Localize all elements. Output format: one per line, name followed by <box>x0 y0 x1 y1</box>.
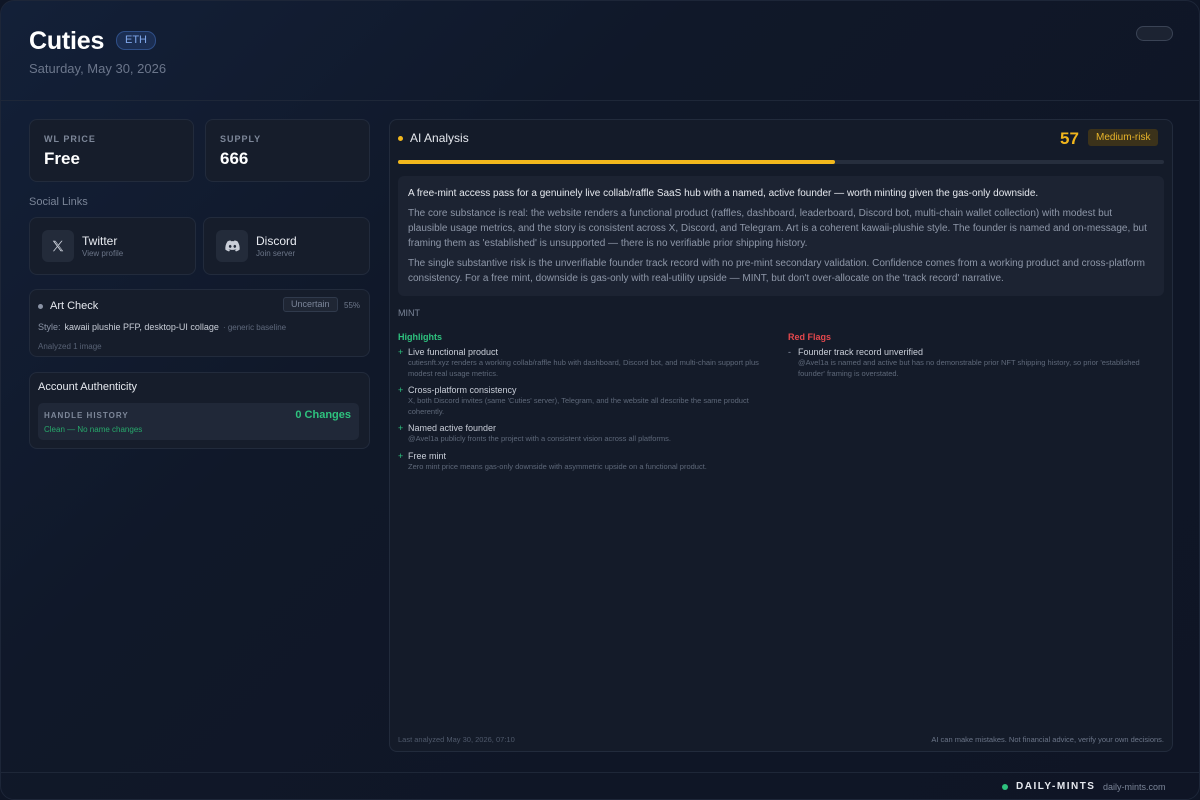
date-label: Saturday, May 30, 2026 <box>29 61 167 76</box>
plus-icon: + <box>398 347 404 357</box>
minus-icon: - <box>788 347 791 357</box>
plus-icon: + <box>398 385 404 395</box>
score-progress-bar <box>398 160 1164 164</box>
twitter-link[interactable]: Twitter View profile <box>29 217 196 275</box>
brand-name: DAILY-MINTS <box>1016 781 1096 792</box>
twitter-sub: View profile <box>82 249 124 258</box>
list-item: + Named active founder @Avel1a publicly … <box>398 422 768 445</box>
brand-url[interactable]: daily-mints.com <box>1103 782 1166 792</box>
discord-sub: Join server <box>256 249 296 258</box>
highlights-heading: Highlights <box>398 332 442 342</box>
app-window: Cuties ETH Saturday, May 30, 2026 WL PRI… <box>0 0 1200 800</box>
list-item: + Free mint Zero mint price means gas-on… <box>398 450 768 473</box>
brand-dot-icon <box>1002 783 1008 790</box>
wl-price-value: Free <box>44 149 80 168</box>
wl-price-label: WL PRICE <box>44 134 96 144</box>
last-analyzed: Last analyzed May 30, 2026, 07:10 <box>398 735 515 744</box>
art-check-badge: Uncertain <box>283 297 338 312</box>
list-item: + Live functional product cutiesnft.xyz … <box>398 346 768 379</box>
red-flags-heading: Red Flags <box>788 332 832 342</box>
highlight-desc: Zero mint price means gas-only downside … <box>408 461 707 471</box>
highlight-desc: @Avel1a publicly fronts the project with… <box>408 434 672 443</box>
social-links-title: Social Links <box>29 196 88 208</box>
x-logo-icon <box>42 230 74 262</box>
list-item: - Founder track record unverified @Avel1… <box>788 346 1158 379</box>
risk-score: 57 <box>1060 129 1079 148</box>
style-label: Style: <box>38 322 61 332</box>
analysis-summary: A free-mint access pass for a genuinely … <box>398 176 1164 296</box>
authenticity-title: Account Authenticity <box>38 381 138 393</box>
red-flags-list: - Founder track record unverified @Avel1… <box>788 346 1158 384</box>
page-title: Cuties <box>29 27 105 55</box>
ai-disclaimer: AI can make mistakes. Not financial advi… <box>931 735 1164 744</box>
art-analyzed-count: Analyzed 1 image <box>38 342 102 351</box>
highlight-title: Free mint <box>408 450 447 461</box>
discord-link[interactable]: Discord Join server <box>203 217 370 275</box>
plus-icon: + <box>398 450 404 461</box>
score-progress-fill <box>398 160 835 164</box>
art-check-title: Art Check <box>50 300 99 312</box>
red-flag-desc: @Avel1a is named and active but has no d… <box>798 358 1140 378</box>
art-check-header: Art Check <box>38 300 98 312</box>
red-flag-title: Founder track record unverified <box>798 347 924 357</box>
highlight-desc: X, both Discord invites (same 'Cuties' s… <box>408 396 749 416</box>
status-dot-icon <box>38 303 43 309</box>
supply-label: SUPPLY <box>220 134 262 144</box>
footer-bar: DAILY-MINTS daily-mints.com <box>1 772 1199 799</box>
twitter-label: Twitter <box>82 234 118 248</box>
account-authenticity-card: Account Authenticity HANDLE HISTORY 0 Ch… <box>29 372 370 449</box>
toggle-switch[interactable] <box>1136 26 1173 41</box>
supply-card: SUPPLY 666 <box>205 119 370 182</box>
risk-badge: Medium-risk <box>1088 129 1159 146</box>
art-style-line: Style: kawaii plushie PFP, desktop-UI col… <box>38 322 286 332</box>
ai-analysis-title: AI Analysis <box>410 131 469 145</box>
plus-icon: + <box>398 423 404 433</box>
handle-changes-count: 0 Changes <box>295 409 351 421</box>
highlight-title: Cross-platform consistency <box>408 385 517 395</box>
chain-badge: ETH <box>116 31 156 50</box>
handle-history-label: HANDLE HISTORY <box>44 411 129 420</box>
art-check-card: Art Check Uncertain 55% Style: kawaii plu… <box>29 289 370 357</box>
ai-analysis-header: AI Analysis <box>398 131 469 145</box>
highlights-list: + Live functional product cutiesnft.xyz … <box>398 346 768 477</box>
highlight-desc: cutiesnft.xyz renders a working collab/r… <box>408 358 759 378</box>
status-dot-icon <box>398 135 403 141</box>
highlight-title: Named active founder <box>408 423 497 433</box>
discord-label: Discord <box>256 234 297 248</box>
brand: DAILY-MINTS <box>1002 781 1095 792</box>
handle-history-status: Clean — No name changes <box>44 425 143 434</box>
verdict-label: MINT <box>398 308 420 318</box>
art-check-confidence: 55% <box>344 301 361 310</box>
supply-value: 666 <box>220 149 249 168</box>
wl-price-card: WL PRICE Free <box>29 119 194 182</box>
discord-logo-icon <box>216 230 248 262</box>
style-value: kawaii plushie PFP, desktop-UI collage <box>64 322 219 332</box>
handle-history-box: HANDLE HISTORY 0 Changes Clean — No name… <box>38 403 359 440</box>
list-item: + Cross-platform consistency X, both Dis… <box>398 384 768 417</box>
summary-lead: A free-mint access pass for a genuinely … <box>408 188 1039 199</box>
page-header: Cuties ETH Saturday, May 30, 2026 <box>1 1 1199 101</box>
style-note: · generic baseline <box>222 323 287 332</box>
ai-analysis-panel: AI Analysis 57 Medium-risk A free-mint a… <box>389 119 1173 752</box>
summary-paragraph: The single substantive risk is the unver… <box>408 258 1146 284</box>
summary-paragraph: The core substance is real: the website … <box>408 208 1147 249</box>
highlight-title: Live functional product <box>408 347 499 357</box>
